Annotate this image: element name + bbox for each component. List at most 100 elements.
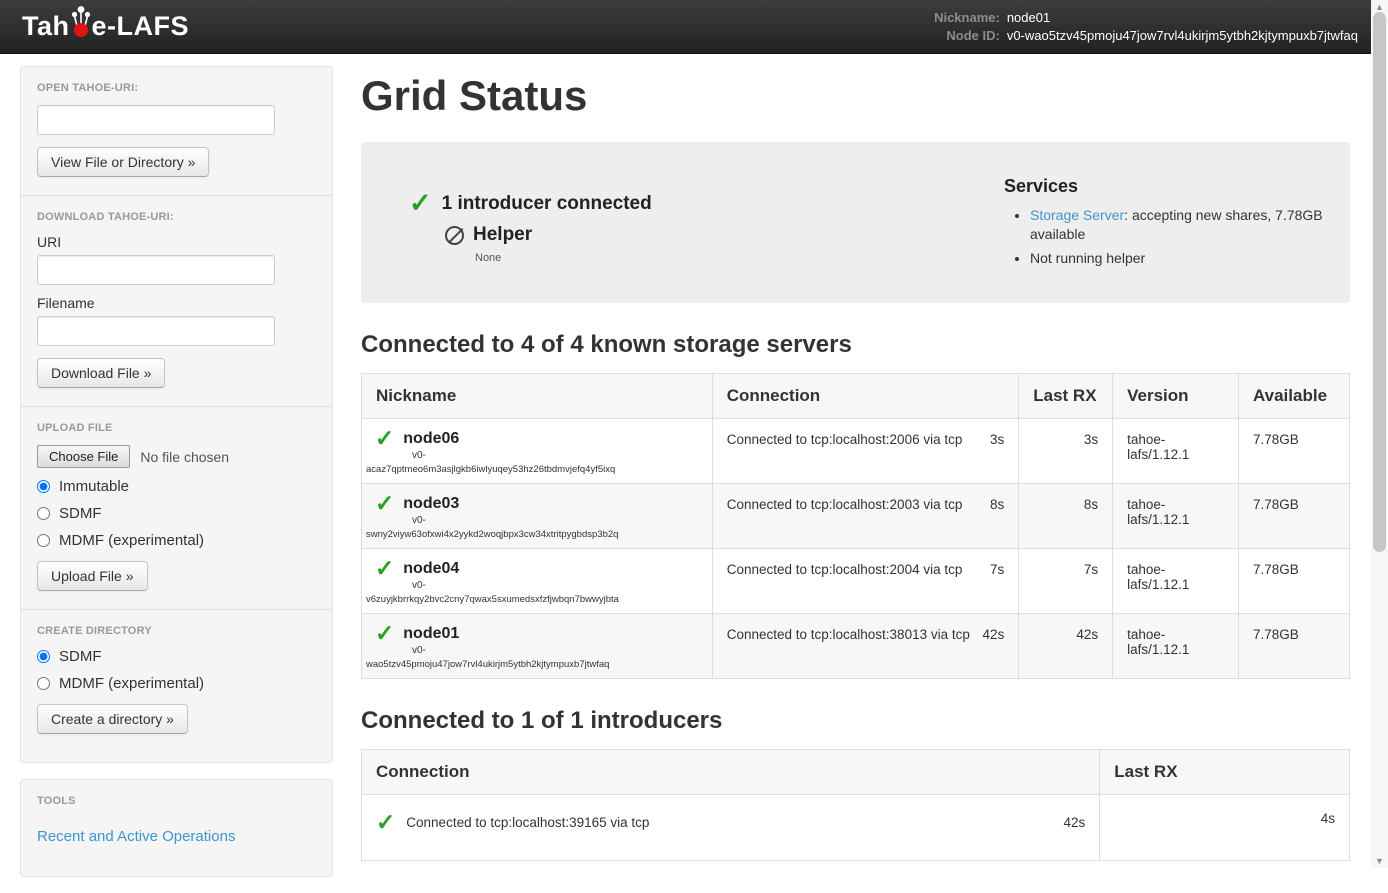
- connected-check-icon: ✓: [375, 427, 394, 450]
- vertical-scrollbar[interactable]: ▲ ▼: [1371, 0, 1388, 868]
- nickname-label: Nickname:: [934, 10, 1000, 25]
- server-connection-time: 42s: [982, 627, 1004, 642]
- logo-text-suffix: e-LAFS: [92, 11, 190, 42]
- col-connection: Connection: [362, 750, 1100, 795]
- server-nickname: node04: [403, 560, 459, 578]
- server-available: 7.78GB: [1239, 549, 1350, 614]
- server-connection: Connected to tcp:localhost:2004 via tcp: [727, 562, 963, 577]
- upload-file-label: UPLOAD FILE: [37, 422, 316, 434]
- main-content: Grid Status ✓ 1 introducer connected Hel…: [361, 66, 1350, 893]
- open-tahoe-uri-input[interactable]: [37, 105, 275, 135]
- upload-file-button[interactable]: Upload File »: [37, 561, 148, 591]
- storage-servers-heading: Connected to 4 of 4 known storage server…: [361, 331, 1350, 359]
- create-directory-label: CREATE DIRECTORY: [37, 625, 316, 637]
- server-available: 7.78GB: [1239, 419, 1350, 484]
- download-file-button[interactable]: Download File »: [37, 358, 165, 388]
- col-connection: Connection: [712, 374, 1019, 419]
- create-directory-button[interactable]: Create a directory »: [37, 704, 188, 734]
- introducers-header-row: Connection Last RX: [362, 750, 1350, 795]
- sidebar-forms-panel: OPEN TAHOE-URI: View File or Directory »…: [20, 66, 333, 763]
- server-connection: Connected to tcp:localhost:2006 via tcp: [727, 432, 963, 447]
- grid-status-summary: ✓ 1 introducer connected Helper None Ser…: [361, 142, 1350, 303]
- server-id: wao5tzv45pmoju47jow7rvl4ukirjm5ytbh2kjty…: [366, 659, 702, 670]
- table-row: ✓ node06 v0- acaz7qptmeo6m3asjlgkb6iwlyu…: [362, 419, 1350, 484]
- server-last-rx: 8s: [1019, 484, 1113, 549]
- server-available: 7.78GB: [1239, 484, 1350, 549]
- node-id-value: v0-wao5tzv45pmoju47jow7rvl4ukirjm5ytbh2k…: [1007, 28, 1358, 43]
- col-version: Version: [1113, 374, 1239, 419]
- upload-format-mdmf-radio[interactable]: [37, 534, 50, 547]
- storage-server-link[interactable]: Storage Server: [1030, 207, 1124, 223]
- server-id-prefix: v0-: [412, 645, 702, 656]
- server-last-rx: 3s: [1019, 419, 1113, 484]
- connected-check-icon: ✓: [376, 811, 395, 834]
- mkdir-format-mdmf-label: MDMF (experimental): [59, 675, 204, 692]
- server-id: v6zuyjkbrrkqy2bvc2cny7qwax5sxumedsxfzfjw…: [366, 594, 702, 605]
- no-file-chosen-text: No file chosen: [140, 449, 229, 465]
- upload-format-immutable-radio[interactable]: [37, 480, 50, 493]
- mkdir-format-sdmf-radio[interactable]: [37, 650, 50, 663]
- table-row: ✓ Connected to tcp:localhost:39165 via t…: [362, 795, 1350, 861]
- download-tahoe-uri-label: DOWNLOAD TAHOE-URI:: [37, 211, 316, 223]
- server-version: tahoe-lafs/1.12.1: [1113, 419, 1239, 484]
- tahoe-lafs-logo[interactable]: Tah e-LAFS: [22, 4, 189, 49]
- server-id-prefix: v0-: [412, 580, 702, 591]
- introducer-status-text: 1 introducer connected: [442, 193, 652, 215]
- recent-operations-link[interactable]: Recent and Active Operations: [37, 828, 235, 845]
- tools-label: TOOLS: [37, 795, 316, 807]
- introducers-heading: Connected to 1 of 1 introducers: [361, 707, 1350, 735]
- filename-field-label: Filename: [37, 295, 316, 311]
- helper-no-entry-icon: [445, 226, 464, 245]
- server-connection-time: 8s: [990, 497, 1004, 512]
- service-storage-item: Storage Server: accepting new shares, 7.…: [1030, 206, 1324, 244]
- server-id: swny2viyw63ofxwi4x2yykd2woqjbpx3cw34xtri…: [366, 529, 702, 540]
- col-available: Available: [1239, 374, 1350, 419]
- col-last-rx: Last RX: [1019, 374, 1113, 419]
- nickname-value: node01: [1007, 10, 1358, 25]
- open-tahoe-uri-section: OPEN TAHOE-URI: View File or Directory »: [21, 67, 332, 195]
- server-connection: Connected to tcp:localhost:38013 via tcp: [727, 627, 970, 642]
- server-id-prefix: v0-: [412, 450, 702, 461]
- server-last-rx: 42s: [1019, 614, 1113, 679]
- tahoe-molecule-icon: [70, 4, 92, 49]
- server-version: tahoe-lafs/1.12.1: [1113, 484, 1239, 549]
- introducer-last-rx: 4s: [1100, 795, 1350, 861]
- server-nickname: node03: [403, 495, 459, 513]
- helper-value: None: [475, 252, 1004, 264]
- download-filename-input[interactable]: [37, 316, 275, 346]
- table-row: ✓ node03 v0- swny2viyw63ofxwi4x2yykd2woq…: [362, 484, 1350, 549]
- upload-format-mdmf-label: MDMF (experimental): [59, 532, 204, 549]
- table-row: ✓ node01 v0- wao5tzv45pmoju47jow7rvl4uki…: [362, 614, 1350, 679]
- view-file-or-directory-button[interactable]: View File or Directory »: [37, 147, 209, 177]
- col-last-rx: Last RX: [1100, 750, 1350, 795]
- download-uri-input[interactable]: [37, 255, 275, 285]
- choose-file-button[interactable]: Choose File: [37, 445, 130, 468]
- server-id-prefix: v0-: [412, 515, 702, 526]
- scrollbar-thumb[interactable]: [1373, 12, 1386, 552]
- node-id-label: Node ID:: [934, 28, 1000, 43]
- create-directory-section: CREATE DIRECTORY SDMF MDMF (experimental…: [21, 609, 332, 762]
- server-connection-time: 7s: [990, 562, 1004, 577]
- introducer-connection: Connected to tcp:localhost:39165 via tcp: [406, 815, 649, 830]
- upload-file-section: UPLOAD FILE Choose File No file chosen I…: [21, 406, 332, 609]
- services-title: Services: [1004, 176, 1324, 197]
- introducers-table: Connection Last RX ✓ Connected to tcp:lo…: [361, 749, 1350, 861]
- helper-title: Helper: [473, 224, 532, 246]
- connected-check-icon: ✓: [375, 622, 394, 645]
- connected-check-icon: ✓: [375, 492, 394, 515]
- connected-check-icon: ✓: [375, 557, 394, 580]
- upload-format-sdmf-label: SDMF: [59, 505, 102, 522]
- top-bar: Tah e-LAFS Nickname: node01 Node ID: v0-…: [0, 0, 1388, 54]
- server-connection-time: 3s: [990, 432, 1004, 447]
- introducer-check-icon: ✓: [409, 190, 432, 217]
- upload-format-sdmf-radio[interactable]: [37, 507, 50, 520]
- mkdir-format-mdmf-radio[interactable]: [37, 677, 50, 690]
- sidebar: OPEN TAHOE-URI: View File or Directory »…: [20, 66, 333, 893]
- mkdir-format-sdmf-label: SDMF: [59, 648, 102, 665]
- scroll-down-icon[interactable]: ▼: [1371, 854, 1388, 868]
- server-version: tahoe-lafs/1.12.1: [1113, 614, 1239, 679]
- col-nickname: Nickname: [362, 374, 713, 419]
- tools-panel: TOOLS Recent and Active Operations: [20, 779, 333, 877]
- storage-servers-header-row: Nickname Connection Last RX Version Avai…: [362, 374, 1350, 419]
- service-helper-item: Not running helper: [1030, 249, 1324, 268]
